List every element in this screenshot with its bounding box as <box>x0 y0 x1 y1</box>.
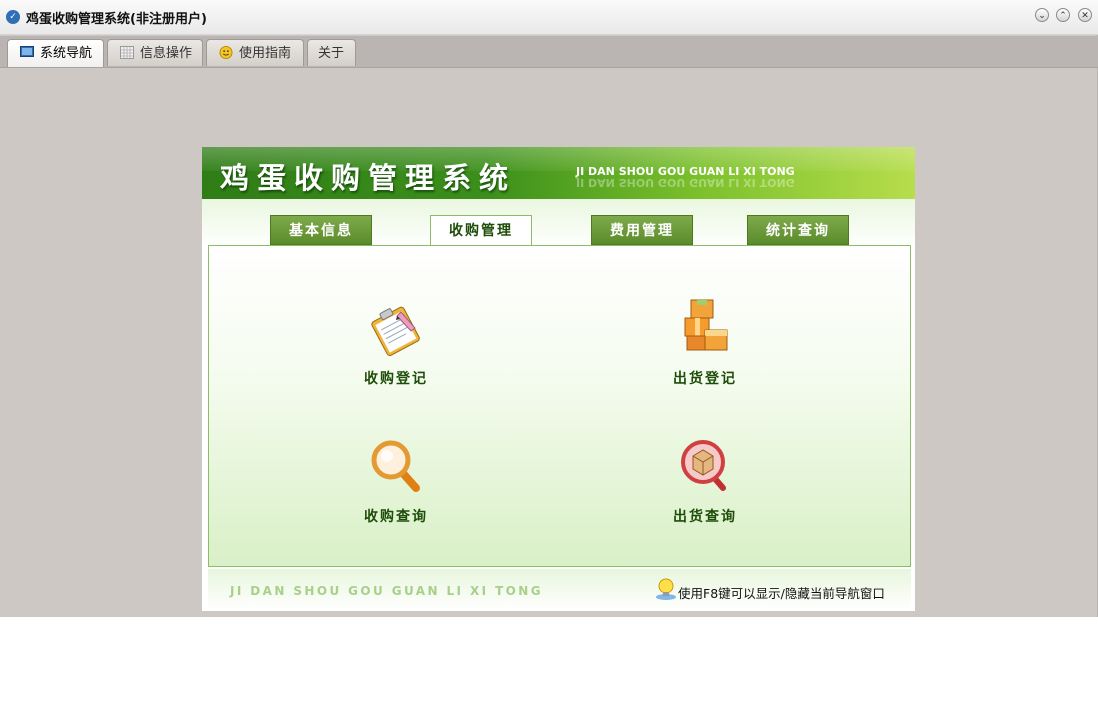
lightbulb-icon <box>656 578 676 600</box>
close-icon[interactable]: ✕ <box>1078 8 1092 22</box>
grid-icon <box>120 46 134 59</box>
tab-about[interactable]: 关于 <box>307 39 356 66</box>
footer-watermark-text: JI DAN SHOU GOU GUAN LI XI TONG <box>230 584 543 598</box>
banner-subtitle-reflection: JI DAN SHOU GOU GUAN LI XI TONG <box>576 176 795 189</box>
window-title: 鸡蛋收购管理系统(非注册用户) <box>26 12 207 27</box>
item-label: 出货查询 <box>673 509 737 525</box>
f8-hint-text: 使用F8键可以显示/隐藏当前导航窗口 <box>678 586 885 601</box>
clipboard-pencil-icon <box>371 306 420 357</box>
item-label: 收购登记 <box>364 371 428 387</box>
monitor-icon <box>20 46 34 57</box>
restore-icon[interactable]: ⌃ <box>1056 8 1070 22</box>
item-label: 出货登记 <box>673 371 737 387</box>
nav-tab-purchase-mgmt[interactable]: 收购管理 <box>430 215 532 246</box>
shipment-register-button[interactable]: 出货登记 <box>650 296 760 388</box>
minimize-icon[interactable]: ⌄ <box>1035 8 1049 22</box>
app-window: ✓ 鸡蛋收购管理系统(非注册用户) ⌄ ⌃ ✕ 系统导航 信息操作 使用指南 关… <box>0 0 1098 617</box>
nav-content: 收购登记 出货登记 收购查询 出货查询 <box>208 245 911 567</box>
tab-label: 关于 <box>318 46 345 61</box>
tab-label: 系统导航 <box>40 46 93 61</box>
banner-title: 鸡蛋收购管理系统 <box>220 161 517 195</box>
item-label: 收购查询 <box>364 509 428 525</box>
banner: 鸡蛋收购管理系统 JI DAN SHOU GOU GUAN LI XI TONG… <box>202 147 915 199</box>
nav-tab-basic-info[interactable]: 基本信息 <box>270 215 372 245</box>
app-logo-icon: ✓ <box>6 10 20 24</box>
tab-info-ops[interactable]: 信息操作 <box>107 39 203 66</box>
tab-system-nav[interactable]: 系统导航 <box>7 39 104 67</box>
shipment-query-button[interactable]: 出货查询 <box>650 436 760 526</box>
tab-label: 信息操作 <box>140 46 193 61</box>
smiley-icon <box>219 46 233 59</box>
nav-tab-expense-mgmt[interactable]: 费用管理 <box>591 215 693 245</box>
magnifier-icon <box>371 440 420 492</box>
tab-user-guide[interactable]: 使用指南 <box>206 39 304 66</box>
purchase-register-button[interactable]: 收购登记 <box>341 298 451 388</box>
nav-footer: JI DAN SHOU GOU GUAN LI XI TONG 使用F8键可以显… <box>208 569 911 610</box>
tab-label: 使用指南 <box>239 46 292 61</box>
boxes-icon <box>684 299 728 351</box>
package-search-icon <box>681 440 726 491</box>
title-bar: ✓ 鸡蛋收购管理系统(非注册用户) ⌄ ⌃ ✕ <box>0 0 1098 35</box>
purchase-query-button[interactable]: 收购查询 <box>341 436 451 526</box>
navigation-panel: 鸡蛋收购管理系统 JI DAN SHOU GOU GUAN LI XI TONG… <box>202 147 915 611</box>
main-tab-bar: 系统导航 信息操作 使用指南 关于 <box>0 36 1098 68</box>
nav-tab-statistics[interactable]: 统计查询 <box>747 215 849 245</box>
